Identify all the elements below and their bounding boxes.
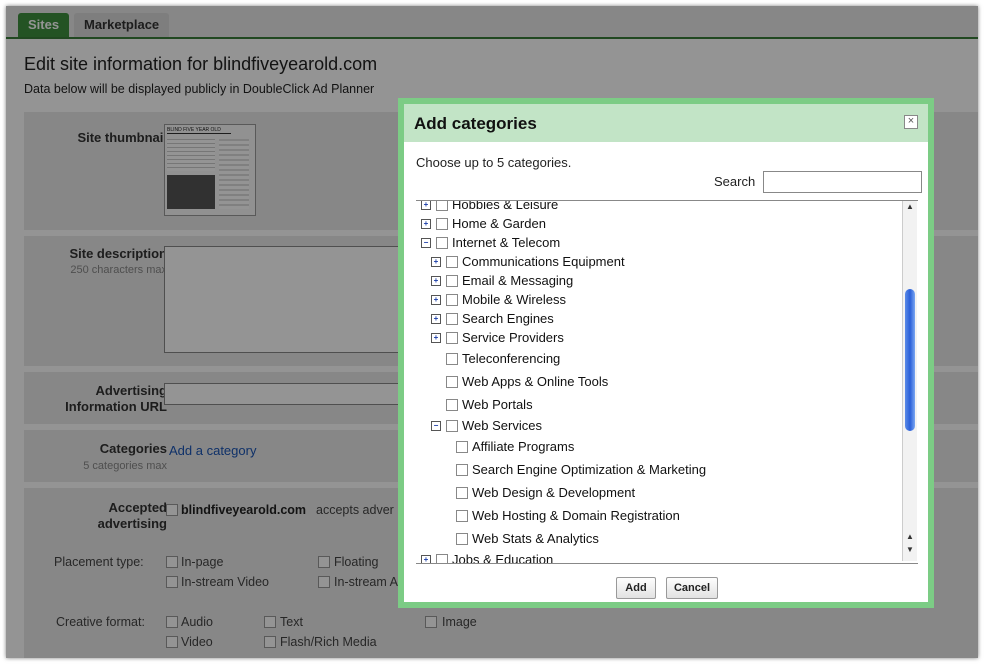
dialog-title: Add categories bbox=[414, 114, 537, 133]
category-checkbox[interactable] bbox=[456, 487, 468, 499]
tree-scrollbar[interactable]: ▲ ▲ ▼ bbox=[902, 201, 917, 561]
scroll-up-icon[interactable]: ▲ bbox=[905, 202, 915, 211]
add-button[interactable]: Add bbox=[616, 577, 656, 599]
category-checkbox[interactable] bbox=[436, 554, 448, 563]
expand-icon[interactable]: + bbox=[431, 257, 441, 267]
dialog-instructions: Choose up to 5 categories. bbox=[416, 155, 572, 170]
category-label: Jobs & Education bbox=[452, 552, 554, 564]
scrollbar-thumb[interactable] bbox=[905, 289, 915, 431]
category-checkbox[interactable] bbox=[446, 294, 458, 306]
category-label: Web Portals bbox=[462, 397, 533, 412]
category-checkbox[interactable] bbox=[446, 256, 458, 268]
category-checkbox[interactable] bbox=[456, 464, 468, 476]
scroll-up-icon[interactable]: ▲ bbox=[905, 532, 915, 541]
category-checkbox[interactable] bbox=[446, 332, 458, 344]
expand-icon[interactable]: + bbox=[431, 314, 441, 324]
category-label: Teleconferencing bbox=[462, 351, 561, 366]
category-label: Search Engine Optimization & Marketing bbox=[472, 462, 707, 477]
expand-icon[interactable]: + bbox=[421, 201, 431, 210]
collapse-icon[interactable]: − bbox=[431, 421, 441, 431]
category-label: Home & Garden bbox=[452, 216, 546, 231]
category-checkbox[interactable] bbox=[436, 201, 448, 211]
category-checkbox[interactable] bbox=[456, 533, 468, 545]
add-categories-dialog: Add categories × Choose up to 5 categori… bbox=[398, 98, 934, 608]
category-tree: + Jobs & Education Web Stats & Analytics We… bbox=[416, 200, 918, 564]
expand-icon[interactable]: + bbox=[421, 219, 431, 229]
category-label: Search Engines bbox=[462, 311, 554, 326]
category-label: Email & Messaging bbox=[462, 273, 574, 288]
category-label: Web Hosting & Domain Registration bbox=[472, 508, 680, 523]
category-checkbox[interactable] bbox=[446, 353, 458, 365]
category-checkbox[interactable] bbox=[436, 237, 448, 249]
category-label: Web Design & Development bbox=[472, 485, 636, 500]
cancel-button[interactable]: Cancel bbox=[666, 577, 718, 599]
category-label: Hobbies & Leisure bbox=[452, 200, 559, 212]
search-label: Search bbox=[714, 174, 756, 189]
category-checkbox[interactable] bbox=[436, 218, 448, 230]
category-checkbox[interactable] bbox=[446, 376, 458, 388]
category-checkbox[interactable] bbox=[456, 510, 468, 522]
category-label: Internet & Telecom bbox=[452, 235, 561, 250]
close-icon[interactable]: × bbox=[904, 115, 918, 129]
category-checkbox[interactable] bbox=[456, 441, 468, 453]
category-label: Web Stats & Analytics bbox=[472, 531, 599, 546]
category-checkbox[interactable] bbox=[446, 420, 458, 432]
category-label: Communications Equipment bbox=[462, 254, 625, 269]
expand-icon[interactable]: + bbox=[431, 333, 441, 343]
category-label: Mobile & Wireless bbox=[462, 292, 567, 307]
category-label: Web Apps & Online Tools bbox=[462, 374, 609, 389]
category-checkbox[interactable] bbox=[446, 313, 458, 325]
collapse-icon[interactable]: − bbox=[421, 238, 431, 248]
category-label: Affiliate Programs bbox=[472, 439, 575, 454]
category-label: Web Services bbox=[462, 418, 542, 433]
expand-icon[interactable]: + bbox=[421, 555, 431, 563]
dialog-header: Add categories × bbox=[404, 104, 928, 142]
expand-icon[interactable]: + bbox=[431, 295, 441, 305]
scroll-down-icon[interactable]: ▼ bbox=[905, 545, 915, 554]
category-checkbox[interactable] bbox=[446, 275, 458, 287]
category-checkbox[interactable] bbox=[446, 399, 458, 411]
category-search-input[interactable] bbox=[763, 171, 922, 193]
expand-icon[interactable]: + bbox=[431, 276, 441, 286]
category-label: Service Providers bbox=[462, 330, 564, 345]
